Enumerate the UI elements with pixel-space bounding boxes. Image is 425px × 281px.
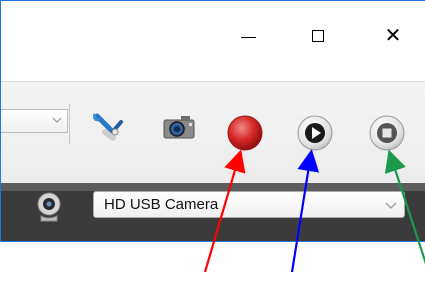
- green-arrow: [384, 149, 425, 265]
- red-arrow: [203, 149, 246, 273]
- annotation-arrows: [203, 149, 425, 273]
- blue-arrow: [290, 149, 320, 273]
